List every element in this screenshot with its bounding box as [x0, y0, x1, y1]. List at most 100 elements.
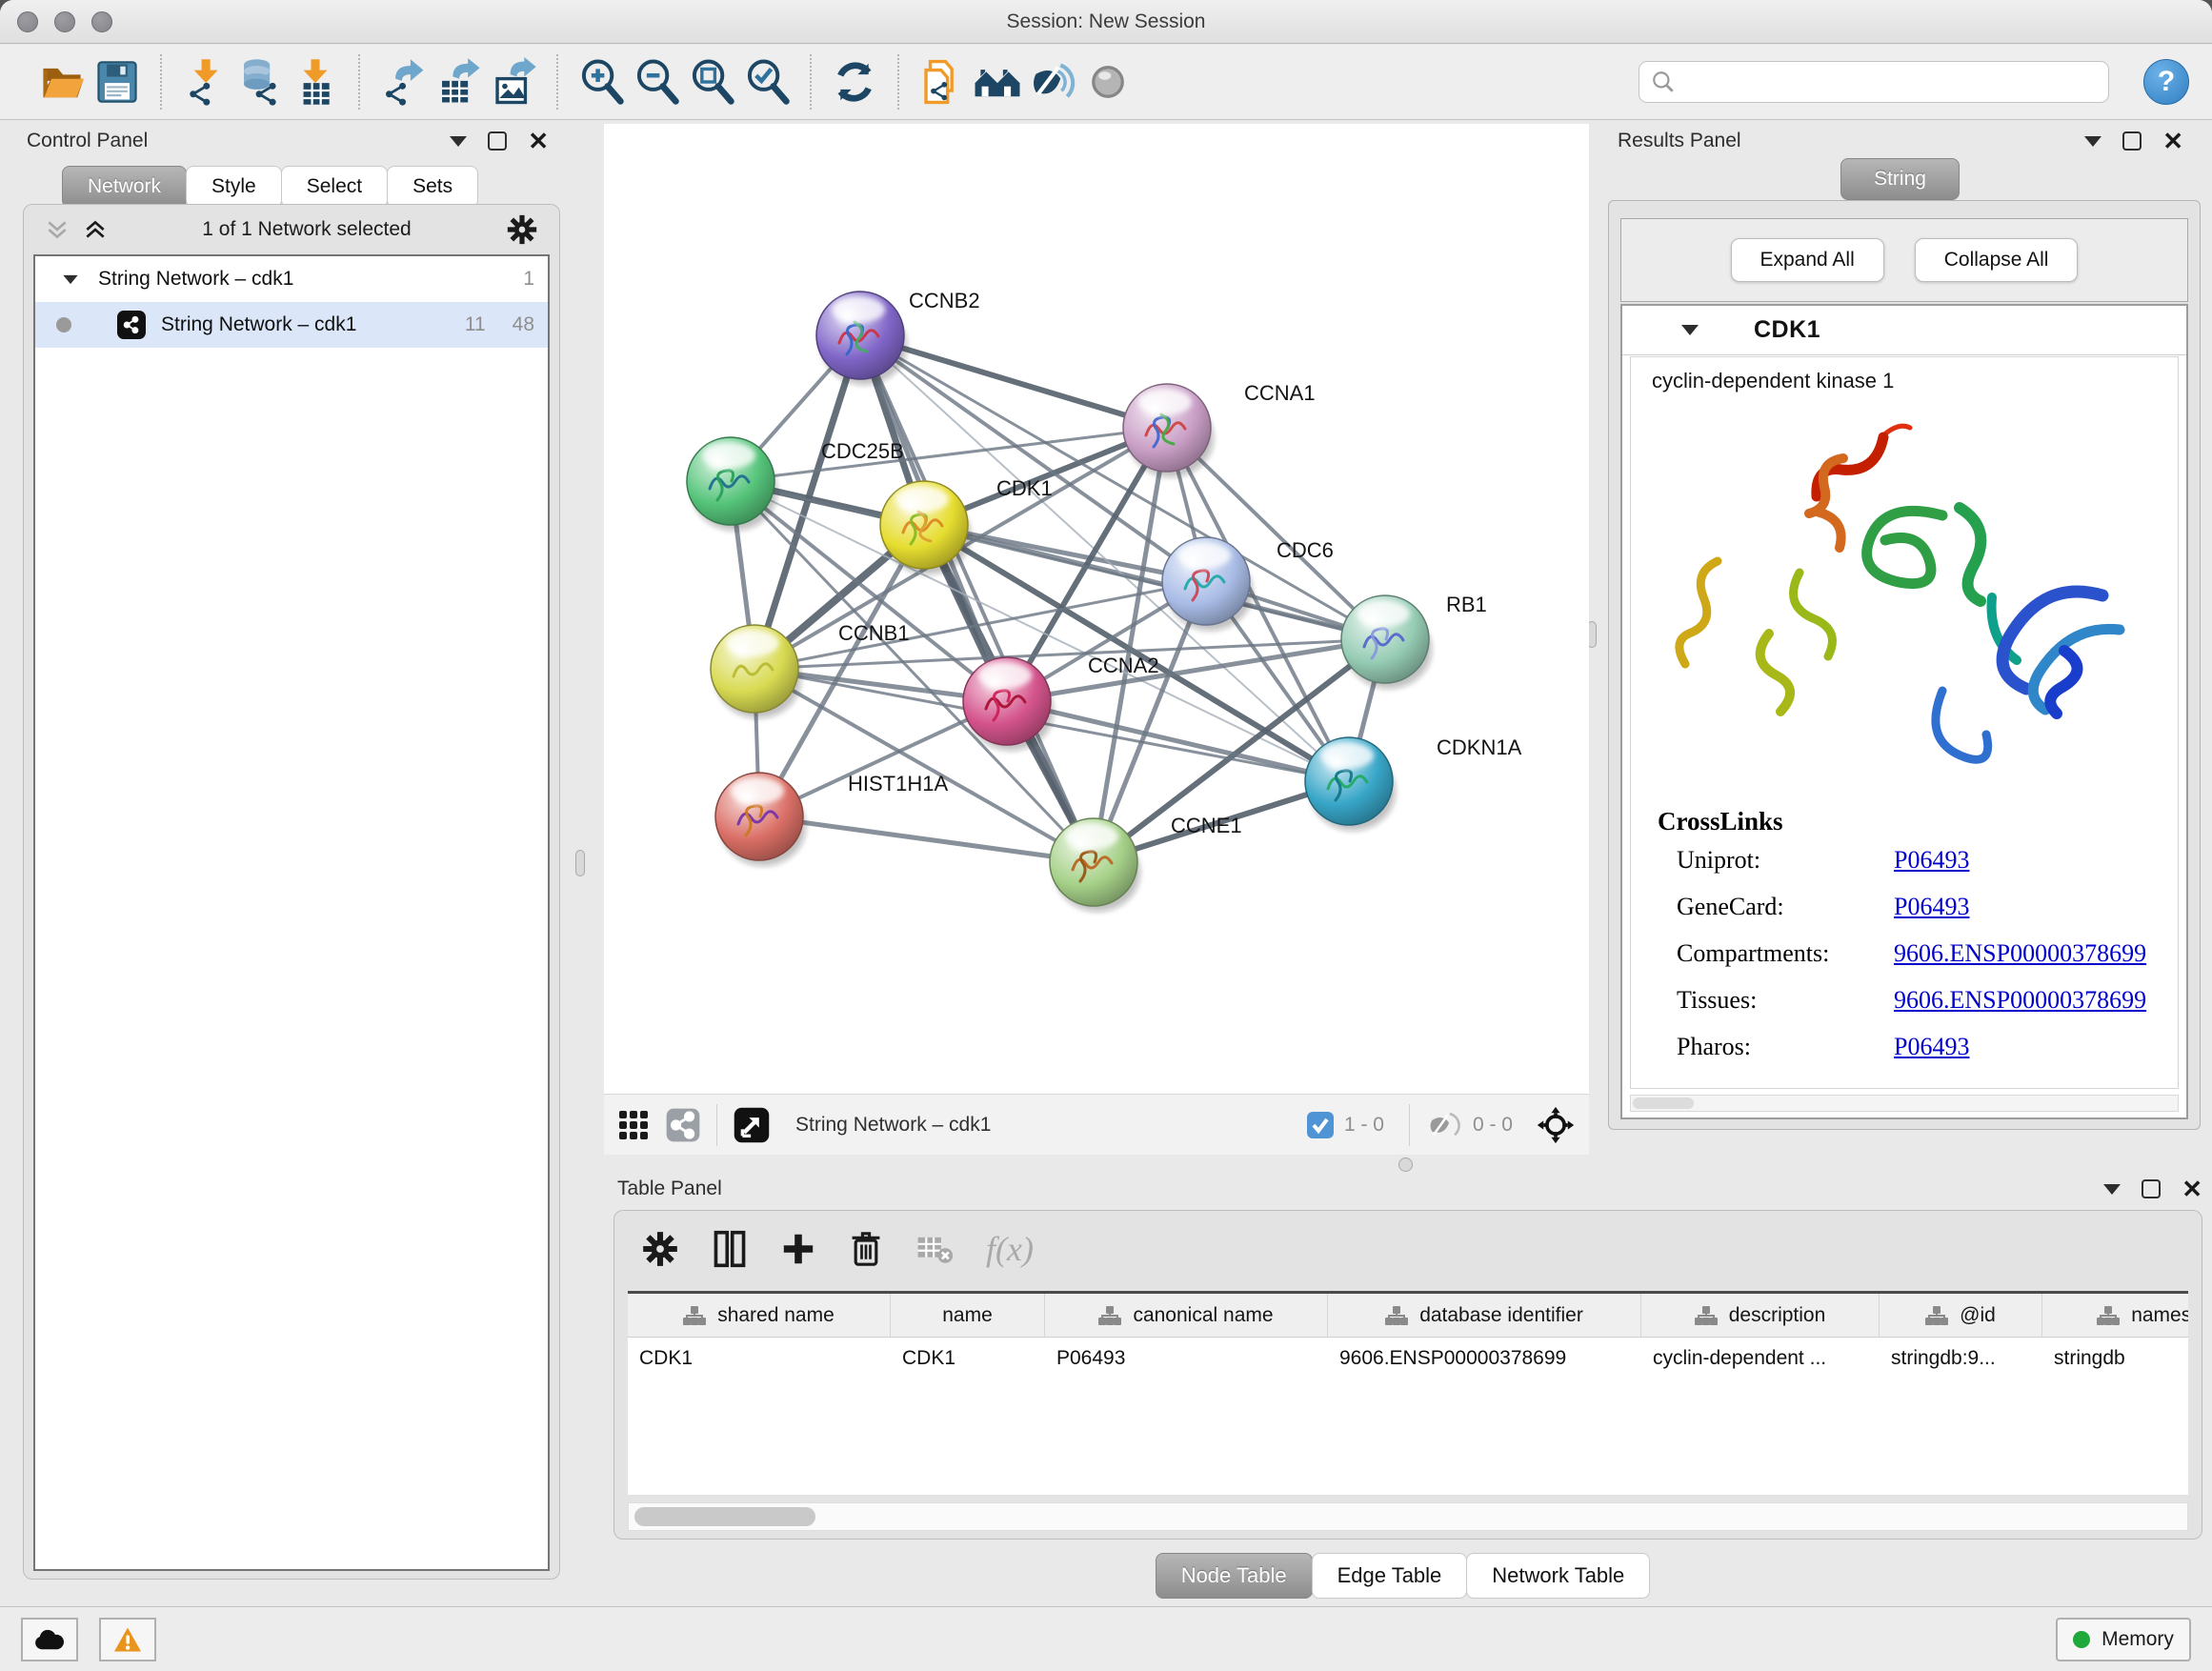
tab-node-table[interactable]: Node Table: [1156, 1553, 1313, 1599]
float-panel-icon[interactable]: [2142, 1179, 2161, 1198]
import-table-file-button[interactable]: [288, 54, 343, 110]
import-network-database-button[interactable]: [232, 54, 288, 110]
tab-string[interactable]: String: [1840, 158, 1960, 200]
table-cell[interactable]: 9606.ENSP00000378699: [1328, 1338, 1641, 1379]
export-table-button[interactable]: [431, 54, 486, 110]
collapse-panel-icon[interactable]: [2103, 1184, 2121, 1195]
crosslink-row: Tissues:9606.ENSP00000378699: [1677, 986, 2178, 1015]
expand-all-button[interactable]: Expand All: [1731, 238, 1884, 282]
table-cell[interactable]: CDK1: [628, 1338, 891, 1379]
tab-network[interactable]: Network: [62, 166, 187, 208]
network-view[interactable]: CCNB2CCNA1CDC25BCDK1CDC6RB1CCNB1CCNA2CDK…: [604, 124, 1589, 1094]
column-header-description[interactable]: description: [1641, 1294, 1880, 1337]
collapse-all-icon[interactable]: [45, 217, 70, 242]
zoom-selected-button[interactable]: [739, 54, 794, 110]
node-HIST1H1A[interactable]: [715, 773, 806, 866]
save-session-button[interactable]: [90, 54, 145, 110]
function-builder-icon[interactable]: f(x): [986, 1229, 1034, 1269]
node-CDC6[interactable]: [1162, 537, 1253, 631]
table-row[interactable]: CDK1CDK1P064939606.ENSP00000378699cyclin…: [628, 1338, 2188, 1379]
column-header-shared-name[interactable]: shared name: [628, 1294, 891, 1337]
close-panel-icon[interactable]: ✕: [2162, 131, 2183, 151]
apply-layout-button[interactable]: [827, 54, 882, 110]
table-hscrollbar[interactable]: [628, 1502, 2188, 1531]
cloud-button[interactable]: [21, 1618, 78, 1661]
column-header--id[interactable]: @id: [1880, 1294, 2042, 1337]
network-status-dot: [56, 317, 71, 332]
collapse-panel-icon[interactable]: [450, 136, 467, 147]
node-CCNA1[interactable]: [1123, 384, 1214, 477]
hidden-eye-slash-icon[interactable]: [1425, 1109, 1463, 1141]
crosslink-link[interactable]: P06493: [1894, 846, 1969, 875]
tab-style[interactable]: Style: [186, 166, 282, 208]
network-label: String Network – cdk1: [161, 313, 356, 336]
network-canvas[interactable]: CCNB2CCNA1CDC25BCDK1CDC6RB1CCNB1CCNA2CDK…: [604, 124, 1589, 1094]
crosslink-link[interactable]: 9606.ENSP00000378699: [1894, 939, 2146, 968]
tree-expander-icon[interactable]: [63, 274, 77, 283]
crosslink-link[interactable]: P06493: [1894, 893, 1969, 921]
float-panel-icon[interactable]: [2122, 131, 2142, 151]
add-column-icon[interactable]: [780, 1231, 816, 1267]
float-panel-icon[interactable]: [488, 131, 507, 151]
crosslink-link[interactable]: P06493: [1894, 1033, 1969, 1061]
zoom-out-button[interactable]: [629, 54, 684, 110]
grid-view-icon[interactable]: [617, 1109, 650, 1141]
import-network-file-button[interactable]: [177, 54, 232, 110]
birdseye-icon[interactable]: [733, 1106, 771, 1144]
node-CCNE1[interactable]: [1050, 818, 1140, 912]
zoom-in-button[interactable]: [573, 54, 629, 110]
delete-table-icon[interactable]: [915, 1232, 954, 1266]
zoom-fit-button[interactable]: [684, 54, 739, 110]
columns-icon[interactable]: [712, 1230, 748, 1268]
open-session-button[interactable]: [34, 54, 90, 110]
export-image-button[interactable]: [486, 54, 541, 110]
close-panel-icon[interactable]: ✕: [528, 131, 549, 151]
render-detail-button[interactable]: [1080, 54, 1136, 110]
show-home-button[interactable]: [970, 54, 1025, 110]
column-header-canonical-name[interactable]: canonical name: [1045, 1294, 1328, 1337]
crosslink-link[interactable]: 9606.ENSP00000378699: [1894, 986, 2146, 1015]
search-box: [1639, 61, 2109, 103]
node-CCNA2[interactable]: [963, 657, 1054, 751]
expand-all-icon[interactable]: [83, 217, 108, 242]
column-header-name[interactable]: name: [891, 1294, 1045, 1337]
node-CDKN1A[interactable]: [1305, 737, 1396, 831]
edge-HIST1H1A-CCNE1[interactable]: [759, 816, 1094, 862]
selected-checkbox-icon[interactable]: [1306, 1111, 1335, 1139]
left-splitter-handle[interactable]: [575, 850, 585, 876]
edge-CCNA2-CDKN1A[interactable]: [1007, 701, 1349, 781]
table-cell[interactable]: cyclin-dependent ...: [1641, 1338, 1880, 1379]
clone-network-button[interactable]: [915, 54, 970, 110]
gear-icon[interactable]: [506, 213, 538, 246]
network-view-icon[interactable]: [665, 1107, 701, 1143]
network-collection-row[interactable]: String Network – cdk1 1: [35, 256, 548, 302]
hide-graphics-button[interactable]: [1025, 54, 1080, 110]
table-cell[interactable]: stringdb: [2042, 1338, 2188, 1379]
table-gear-icon[interactable]: [641, 1230, 679, 1268]
node-CDC25B[interactable]: [687, 437, 777, 531]
network-row-selected[interactable]: String Network – cdk1 11 48: [35, 302, 548, 348]
shared-column-icon: [1385, 1305, 1408, 1326]
delete-icon[interactable]: [849, 1230, 883, 1268]
export-network-button[interactable]: [375, 54, 431, 110]
memory-button[interactable]: Memory: [2056, 1618, 2191, 1661]
column-header-namespace[interactable]: namespace: [2042, 1294, 2188, 1337]
table-cell[interactable]: CDK1: [891, 1338, 1045, 1379]
table-cell[interactable]: stringdb:9...: [1880, 1338, 2042, 1379]
pan-crosshair-icon[interactable]: [1536, 1105, 1576, 1145]
card-expander-icon[interactable]: [1681, 325, 1699, 335]
help-button[interactable]: ?: [2143, 59, 2189, 105]
results-hscrollbar[interactable]: [1630, 1095, 2179, 1112]
collapse-all-button[interactable]: Collapse All: [1915, 238, 2079, 282]
tab-edge-table[interactable]: Edge Table: [1312, 1553, 1468, 1599]
column-header-database-identifier[interactable]: database identifier: [1328, 1294, 1641, 1337]
warning-button[interactable]: [99, 1618, 156, 1661]
tab-network-table[interactable]: Network Table: [1466, 1553, 1650, 1599]
close-panel-icon[interactable]: ✕: [2182, 1179, 2202, 1198]
tab-select[interactable]: Select: [281, 166, 388, 208]
tab-sets[interactable]: Sets: [387, 166, 478, 208]
collapse-panel-icon[interactable]: [2084, 136, 2101, 147]
table-cell[interactable]: P06493: [1045, 1338, 1328, 1379]
search-input[interactable]: [1685, 71, 2097, 93]
node-RB1[interactable]: [1341, 595, 1432, 689]
